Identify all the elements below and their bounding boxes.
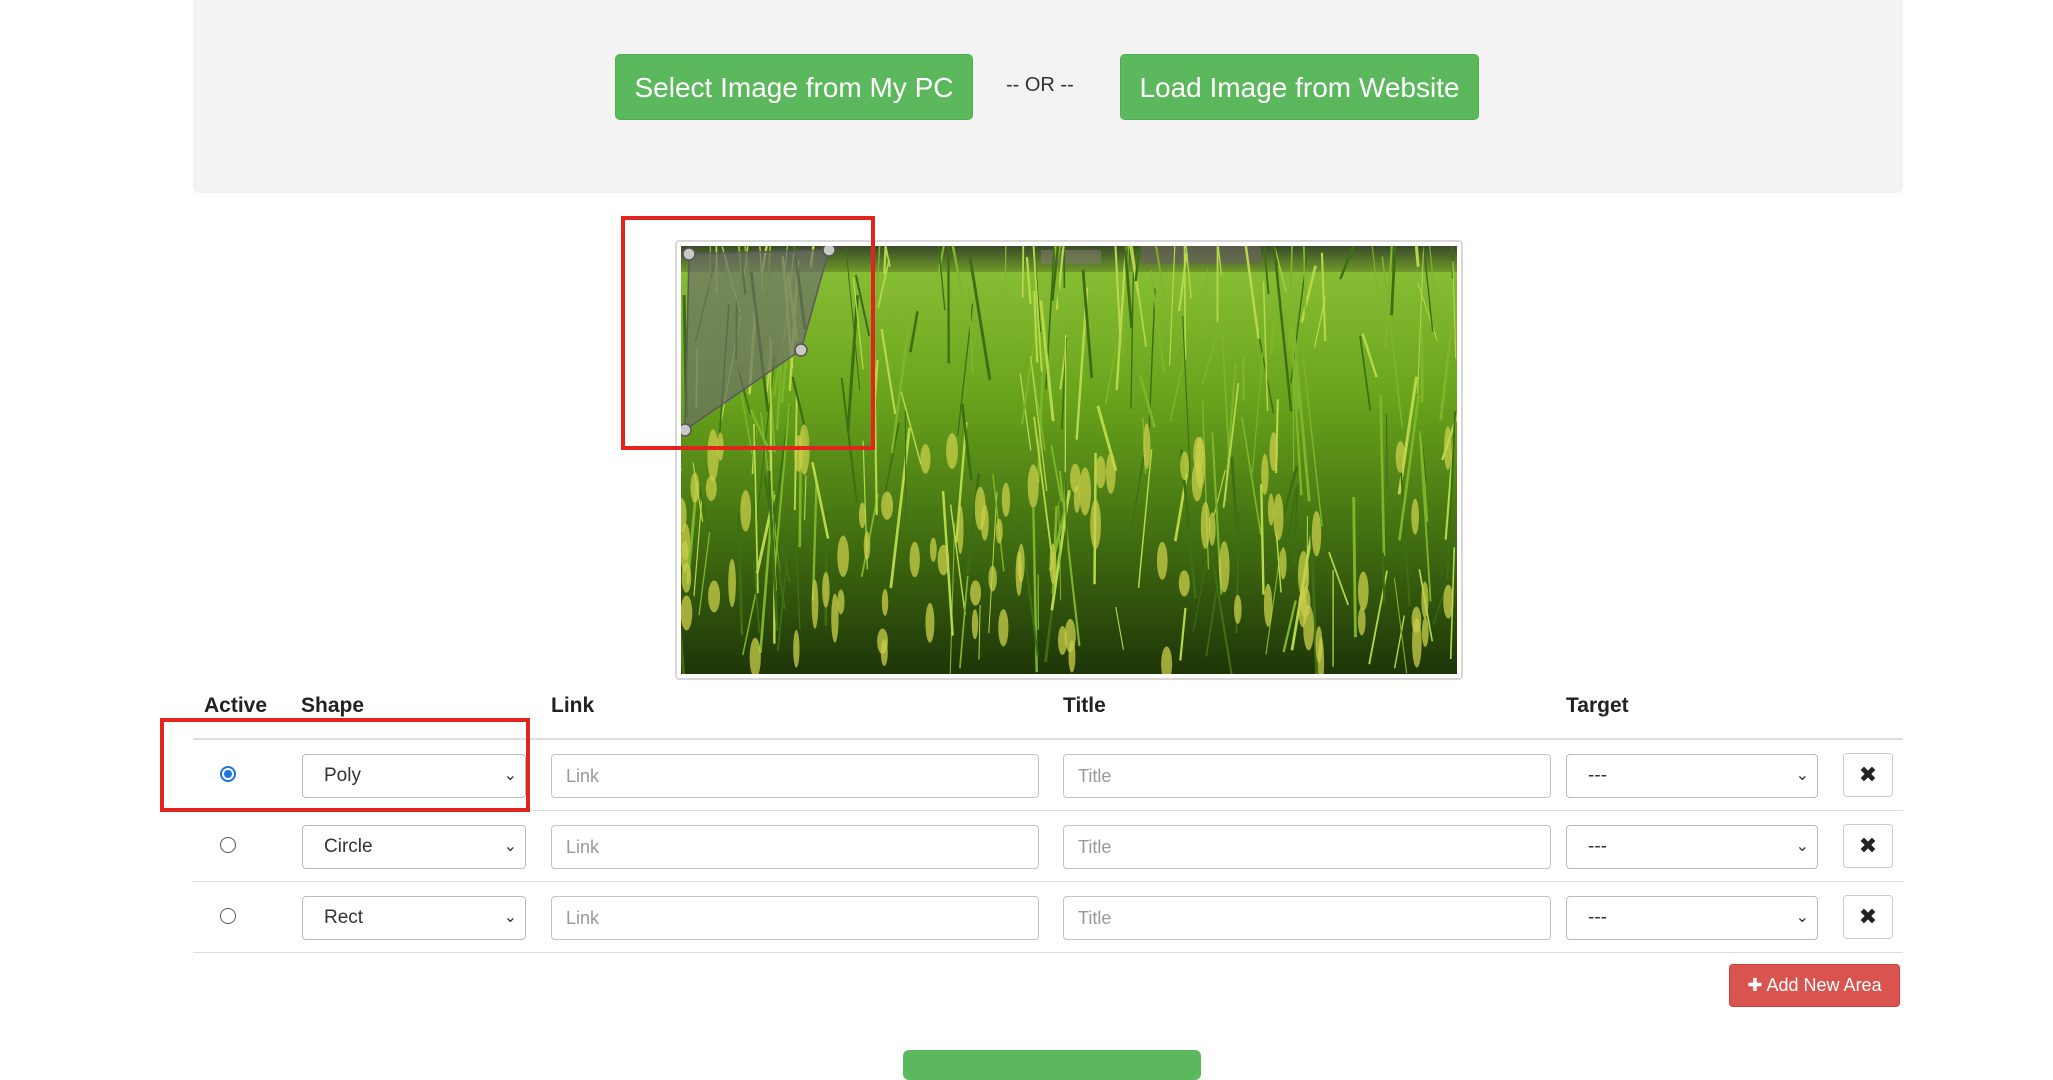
table-row: Poly ⌄ Link Title --- ⌄ ✖ — [193, 740, 1903, 811]
generate-button[interactable] — [903, 1050, 1201, 1080]
delete-area-button[interactable]: ✖ — [1843, 895, 1893, 939]
load-image-from-website-button[interactable]: Load Image from Website — [1120, 54, 1479, 120]
table-row: Rect ⌄ Link Title --- ⌄ ✖ — [193, 882, 1903, 953]
delete-area-button[interactable]: ✖ — [1843, 753, 1893, 797]
chevron-down-icon: ⌄ — [503, 767, 517, 784]
close-icon: ✖ — [1858, 904, 1878, 929]
shape-value: Poly — [324, 765, 361, 786]
title-input[interactable]: Title — [1063, 896, 1551, 940]
target-value: --- — [1588, 907, 1607, 928]
link-input[interactable]: Link — [551, 754, 1039, 798]
target-value: --- — [1588, 765, 1607, 786]
chevron-down-icon: ⌄ — [1795, 838, 1809, 855]
chevron-down-icon: ⌄ — [503, 838, 517, 855]
chevron-down-icon: ⌄ — [503, 909, 517, 926]
active-radio[interactable] — [220, 908, 236, 924]
close-icon: ✖ — [1858, 762, 1878, 787]
or-separator: -- OR -- — [1006, 74, 1074, 96]
shape-select[interactable]: Rect ⌄ — [302, 896, 526, 940]
target-select[interactable]: --- ⌄ — [1566, 825, 1818, 869]
image-map-canvas[interactable] — [675, 240, 1463, 680]
polygon-handle[interactable] — [794, 343, 808, 357]
polygon-handle[interactable] — [682, 247, 696, 261]
link-input[interactable]: Link — [551, 825, 1039, 869]
target-select[interactable]: --- ⌄ — [1566, 754, 1818, 798]
target-value: --- — [1588, 836, 1607, 857]
title-input[interactable]: Title — [1063, 825, 1551, 869]
polygon-handle[interactable] — [681, 423, 692, 437]
target-select[interactable]: --- ⌄ — [1566, 896, 1818, 940]
link-input[interactable]: Link — [551, 896, 1039, 940]
add-new-area-button[interactable]: ✚ Add New Area — [1729, 964, 1900, 1007]
shape-select[interactable]: Poly ⌄ — [302, 754, 526, 798]
select-image-from-pc-button[interactable]: Select Image from My PC — [615, 54, 973, 120]
chevron-down-icon: ⌄ — [1795, 909, 1809, 926]
active-radio[interactable] — [220, 766, 236, 782]
shape-value: Circle — [324, 836, 373, 857]
header-link: Link — [551, 694, 595, 717]
close-icon: ✖ — [1858, 833, 1878, 858]
delete-area-button[interactable]: ✖ — [1843, 824, 1893, 868]
header-shape: Shape — [301, 694, 365, 717]
title-input[interactable]: Title — [1063, 754, 1551, 798]
shape-select[interactable]: Circle ⌄ — [302, 825, 526, 869]
chevron-down-icon: ⌄ — [1795, 767, 1809, 784]
polygon-handle[interactable] — [822, 246, 836, 257]
table-row: Circle ⌄ Link Title --- ⌄ ✖ — [193, 811, 1903, 882]
header-active: Active — [204, 694, 268, 717]
header-target: Target — [1566, 694, 1629, 717]
rice-field-image[interactable] — [681, 246, 1457, 674]
shape-value: Rect — [324, 907, 364, 928]
active-radio[interactable] — [220, 837, 236, 853]
header-title: Title — [1063, 694, 1106, 717]
